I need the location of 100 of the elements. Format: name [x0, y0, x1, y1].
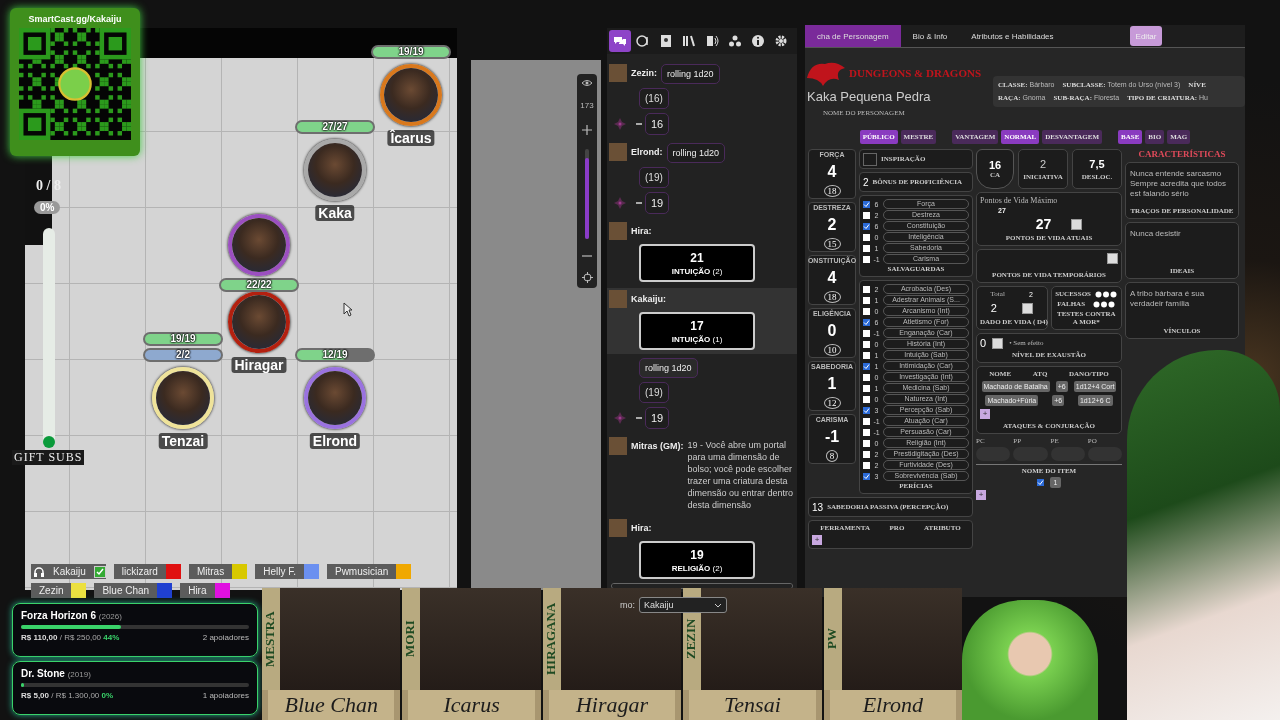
hp-value: 2/2 [175, 350, 191, 360]
token-name: Îcarus [387, 130, 435, 146]
proficiency-checkbox[interactable] [863, 461, 870, 469]
chat-tab[interactable] [609, 30, 631, 52]
roll-total: 21 [690, 250, 704, 265]
proficiency-checkbox[interactable] [863, 318, 870, 326]
proficiency-checkbox[interactable] [863, 233, 870, 241]
proficiency-checkbox[interactable] [863, 255, 870, 263]
check-icon [93, 565, 106, 578]
message-author: Kakaiju: [631, 293, 666, 304]
player-tag[interactable]: Blue Chan [94, 583, 173, 598]
character-token[interactable] [304, 367, 366, 429]
roll-command: rolling 1d20 [661, 64, 720, 84]
proficiency-checkbox[interactable] [863, 395, 870, 403]
add-button[interactable]: + [812, 535, 822, 545]
player-tag[interactable]: Kakaiju [31, 564, 106, 579]
star-icon [613, 117, 627, 131]
proficiency-checkbox[interactable] [863, 428, 870, 436]
stepper-control[interactable] [1071, 218, 1083, 230]
proficiency-checkbox[interactable] [863, 307, 870, 315]
ability-modifier: 4 [827, 163, 837, 180]
proficiency-checkbox[interactable] [863, 285, 870, 293]
proficiency-checkbox[interactable] [863, 406, 870, 414]
message-text: 19 - Você abre um portal para uma dimensão de bolso; você pode escolher trazer uma criatura desta dimensão ou entrar dentro desta dimensão [687, 439, 795, 511]
character-token[interactable] [304, 139, 366, 201]
speaker-select[interactable]: Kakaiju [639, 597, 727, 613]
add-button[interactable]: + [976, 490, 986, 500]
proficiency-checkbox[interactable] [863, 439, 870, 447]
proficiency-checkbox[interactable] [863, 340, 870, 348]
eye-icon[interactable] [581, 79, 593, 87]
subs-goal-label: GIFT SUBS [12, 450, 85, 465]
ability-modifier: -1 [824, 428, 840, 445]
proficiency-checkbox[interactable] [863, 373, 870, 381]
death-save-circles[interactable] [1093, 300, 1116, 308]
caret-icon [713, 602, 722, 608]
roll-total: 19 [690, 547, 704, 562]
hp-value: 19/19 [397, 47, 425, 57]
target-icon[interactable] [581, 271, 593, 283]
nodes-icon [728, 34, 742, 48]
zoom-out-icon[interactable] [582, 253, 592, 258]
roll-total: 17 [690, 318, 704, 333]
character-token[interactable] [228, 291, 290, 353]
player-tag-label: HIRAGANA [542, 588, 561, 690]
player-tag[interactable]: lickizard [113, 564, 181, 579]
user-avatar [609, 64, 627, 82]
proficiency-checkbox[interactable] [863, 222, 870, 230]
sheet-tab[interactable]: Bio & Info [900, 25, 960, 47]
message-author: Zezin: [631, 67, 657, 78]
player-tag-label: MORI [402, 588, 421, 690]
stepper-control[interactable] [1021, 302, 1033, 314]
proficiency-checkbox[interactable] [863, 472, 870, 480]
zoom-in-icon[interactable] [582, 124, 592, 135]
user-avatar [609, 222, 627, 240]
subs-percent: 0% [34, 201, 61, 214]
player-tag[interactable]: Pwmusician [326, 564, 412, 579]
character-name-scroll: Elrond [823, 690, 963, 720]
proficiency-checkbox[interactable] [863, 296, 870, 304]
player-tag[interactable]: Hira [180, 583, 230, 598]
proficiency-checkbox[interactable] [863, 417, 870, 425]
proficiency-checkbox[interactable] [863, 450, 870, 458]
player-tag[interactable]: Mitras [188, 564, 248, 579]
token-name: Kaka [315, 205, 355, 221]
player-tag[interactable]: Helly F. [255, 564, 319, 579]
max-hp-label: Pontos de Vida Máximo [980, 196, 1059, 205]
proficiency-checkbox[interactable] [863, 211, 870, 219]
user-avatar [609, 143, 627, 161]
item-checkbox[interactable] [1036, 479, 1044, 486]
proficiency-checkbox[interactable] [863, 329, 870, 337]
roll-skill: INTUIÇÃO (1) [671, 334, 723, 344]
character-name-scroll: Tensai [683, 690, 822, 720]
player-tag[interactable]: Zezin [31, 583, 87, 598]
roll-command: rolling 1d20 [666, 143, 726, 163]
proficiency-checkbox[interactable] [863, 200, 870, 208]
fundraiser-amount: R$ 5,00 / R$ 1.300,00 0% [21, 691, 114, 700]
sheet-tab[interactable]: Atributos e Habilidades [959, 25, 1066, 47]
player-tag-label: MESTRA [262, 588, 280, 690]
add-button[interactable]: + [980, 409, 990, 419]
speaker-icon [705, 34, 719, 48]
proficiency-checkbox[interactable] [863, 384, 870, 392]
death-save-circles[interactable] [1095, 290, 1118, 298]
fundraiser-backers: 2 apoiadores [202, 633, 249, 642]
passive-perception-value: 13 [812, 501, 824, 513]
characteristics-title: CARACTERÍSTICAS [1137, 149, 1227, 159]
token-name: Hiragar [231, 357, 287, 373]
roll-total: 19 [645, 192, 670, 214]
roll-command: rolling 1d20 [639, 358, 698, 378]
proficiency-checkbox[interactable] [863, 351, 870, 359]
initiative-value: 2 [1039, 157, 1047, 170]
player-name: Pwmusician [333, 566, 390, 577]
armor-class-value: 16 [988, 159, 1002, 171]
ability-modifier: 2 [827, 216, 837, 233]
inspiration-checkbox[interactable] [863, 152, 877, 166]
stepper-control[interactable] [992, 337, 1004, 349]
fundraiser-title: Dr. Stone (2019) [21, 668, 92, 679]
proficiency-checkbox[interactable] [863, 362, 870, 370]
character-token[interactable] [228, 214, 290, 276]
character-token[interactable] [380, 64, 442, 126]
proficiency-checkbox[interactable] [863, 244, 870, 252]
sheet-tab[interactable]: cha de Personagem [805, 25, 901, 47]
settings-icon [774, 34, 788, 48]
